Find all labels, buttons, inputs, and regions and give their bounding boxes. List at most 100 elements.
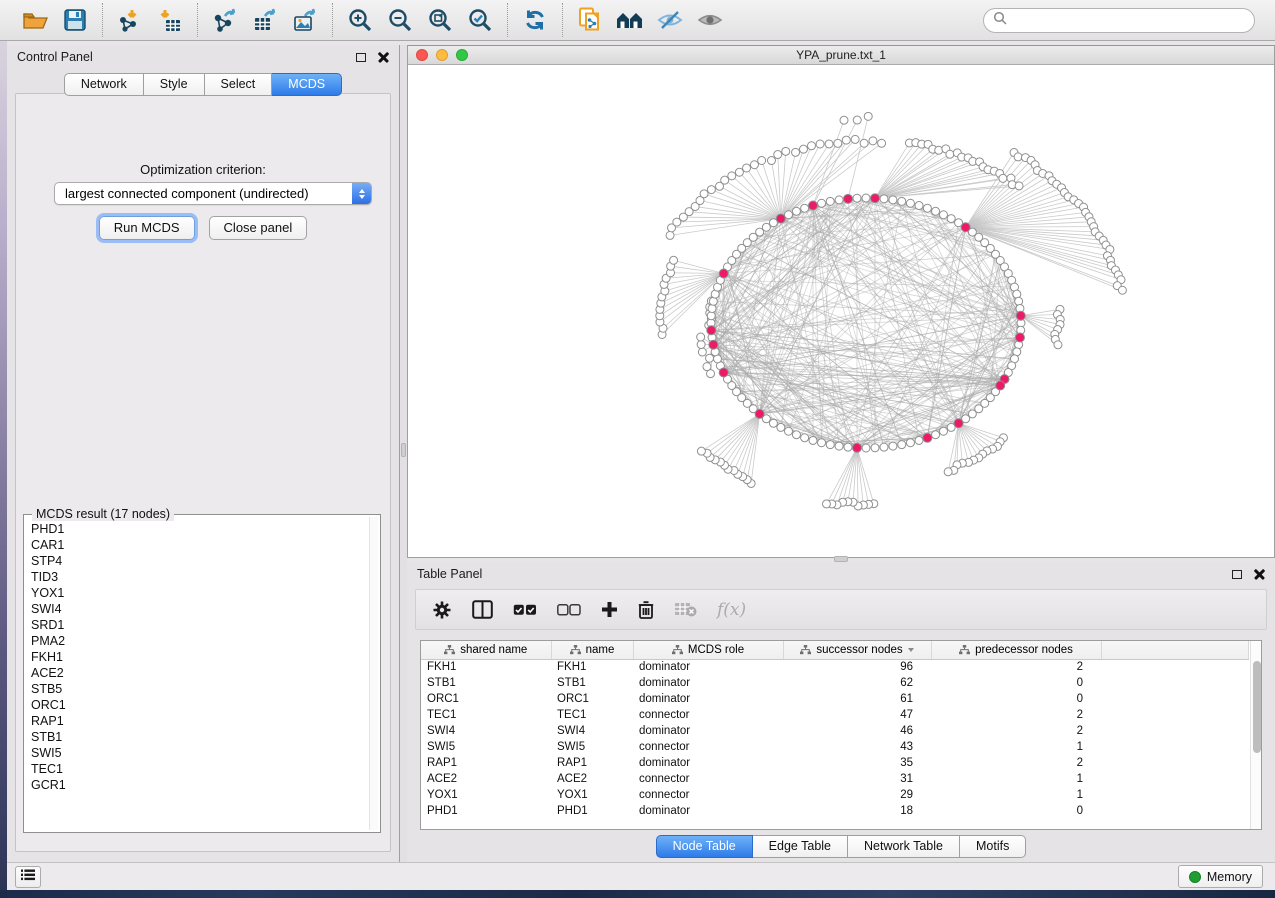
cell[interactable]: RAP1 — [421, 755, 551, 771]
mcds-result-scrollbar[interactable] — [369, 517, 378, 830]
network-node[interactable] — [792, 148, 800, 156]
zoom-fit-button[interactable] — [422, 5, 458, 35]
zoom-in-button[interactable] — [342, 5, 378, 35]
network-node[interactable] — [880, 195, 888, 203]
show-all-button[interactable] — [692, 5, 728, 35]
cell[interactable]: 61 — [783, 691, 931, 707]
column-header-shared-name[interactable]: shared name — [421, 641, 551, 659]
tab-select[interactable]: Select — [205, 73, 273, 96]
cell[interactable]: 47 — [783, 707, 931, 723]
cell[interactable]: 96 — [783, 659, 931, 675]
network-node[interactable] — [889, 442, 897, 450]
network-node[interactable] — [728, 172, 736, 180]
network-titlebar[interactable]: YPA_prune.txt_1 — [408, 46, 1274, 65]
mcds-network-node[interactable] — [996, 381, 1005, 390]
cell[interactable]: connector — [633, 707, 783, 723]
cell[interactable]: YOX1 — [421, 787, 551, 803]
mcds-network-node[interactable] — [719, 368, 728, 377]
cell[interactable]: 0 — [931, 691, 1101, 707]
network-node[interactable] — [721, 176, 729, 184]
network-node[interactable] — [834, 139, 842, 147]
network-node[interactable] — [758, 156, 766, 164]
mcds-result-item[interactable]: RAP1 — [31, 713, 368, 729]
network-node[interactable] — [853, 194, 861, 202]
cell[interactable]: 1 — [931, 787, 1101, 803]
mcds-network-node[interactable] — [755, 409, 764, 418]
open-file-button[interactable] — [17, 5, 53, 35]
import-network-button[interactable] — [112, 5, 148, 35]
network-node[interactable] — [777, 423, 785, 431]
vertical-splitter[interactable] — [400, 45, 407, 862]
run-mcds-button[interactable]: Run MCDS — [99, 216, 195, 240]
network-node[interactable] — [932, 431, 940, 439]
cell[interactable]: RAP1 — [551, 755, 633, 771]
delete-table-button[interactable] — [674, 602, 697, 617]
memory-button[interactable]: Memory — [1178, 865, 1263, 888]
close-mcds-panel-button[interactable]: Close panel — [209, 216, 308, 240]
splitter-grip[interactable] — [401, 443, 406, 457]
tab-network-table[interactable]: Network Table — [848, 835, 960, 858]
cell[interactable]: STB1 — [421, 675, 551, 691]
network-node[interactable] — [708, 304, 716, 312]
cell[interactable]: dominator — [633, 755, 783, 771]
refresh-button[interactable] — [517, 5, 553, 35]
import-table-button[interactable] — [152, 5, 188, 35]
network-node[interactable] — [840, 116, 848, 124]
tab-network[interactable]: Network — [64, 73, 144, 96]
unselect-all-button[interactable] — [557, 604, 581, 616]
network-node[interactable] — [860, 139, 868, 147]
table-row[interactable]: YOX1YOX1connector291 — [421, 787, 1249, 803]
cell[interactable]: 2 — [931, 755, 1101, 771]
cell[interactable]: dominator — [633, 675, 783, 691]
close-panel-icon[interactable] — [378, 52, 389, 63]
table-scrollbar-thumb[interactable] — [1253, 661, 1261, 753]
mcds-result-item[interactable]: STP4 — [31, 553, 368, 569]
network-node[interactable] — [707, 312, 715, 320]
network-node[interactable] — [862, 444, 870, 452]
cell[interactable]: PHD1 — [551, 803, 633, 819]
mcds-network-node[interactable] — [961, 223, 970, 232]
network-node[interactable] — [807, 142, 815, 150]
network-node[interactable] — [932, 207, 940, 215]
network-node[interactable] — [935, 146, 943, 154]
network-node[interactable] — [801, 204, 809, 212]
network-node[interactable] — [826, 197, 834, 205]
horizontal-splitter-grip[interactable] — [834, 556, 848, 562]
network-node[interactable] — [1054, 341, 1062, 349]
network-node[interactable] — [898, 197, 906, 205]
cell[interactable]: 0 — [931, 803, 1101, 819]
network-node[interactable] — [697, 333, 705, 341]
mcds-network-node[interactable] — [776, 214, 785, 223]
cell[interactable]: dominator — [633, 659, 783, 675]
table-scrollbar[interactable] — [1250, 641, 1261, 829]
mcds-network-node[interactable] — [1016, 311, 1025, 320]
network-node[interactable] — [923, 204, 931, 212]
mcds-network-node[interactable] — [709, 340, 718, 349]
network-node[interactable] — [767, 157, 775, 165]
mcds-result-item[interactable]: SWI4 — [31, 601, 368, 617]
mcds-result-item[interactable]: TID3 — [31, 569, 368, 585]
network-node[interactable] — [700, 190, 708, 198]
table-row[interactable]: SWI5SWI5connector431 — [421, 739, 1249, 755]
network-node[interactable] — [782, 147, 790, 155]
network-node[interactable] — [792, 431, 800, 439]
network-node[interactable] — [999, 174, 1007, 182]
mcds-result-item[interactable]: SWI5 — [31, 745, 368, 761]
cell[interactable]: PHD1 — [421, 803, 551, 819]
tab-edge-table[interactable]: Edge Table — [753, 835, 848, 858]
cell[interactable]: 2 — [931, 659, 1101, 675]
network-node[interactable] — [818, 199, 826, 207]
table-row[interactable]: ACE2ACE2connector311 — [421, 771, 1249, 787]
cell[interactable]: SWI4 — [551, 723, 633, 739]
network-node[interactable] — [878, 139, 886, 147]
search-box[interactable] — [983, 8, 1255, 33]
export-network-button[interactable] — [207, 5, 243, 35]
network-node[interactable] — [703, 363, 711, 371]
optimization-criterion-select[interactable]: largest connected component (undirected) — [54, 182, 372, 205]
mcds-network-node[interactable] — [871, 194, 880, 203]
cell[interactable]: connector — [633, 739, 783, 755]
tab-node-table[interactable]: Node Table — [656, 835, 753, 858]
network-node[interactable] — [915, 436, 923, 444]
mcds-result-item[interactable]: CAR1 — [31, 537, 368, 553]
network-node[interactable] — [851, 135, 859, 143]
